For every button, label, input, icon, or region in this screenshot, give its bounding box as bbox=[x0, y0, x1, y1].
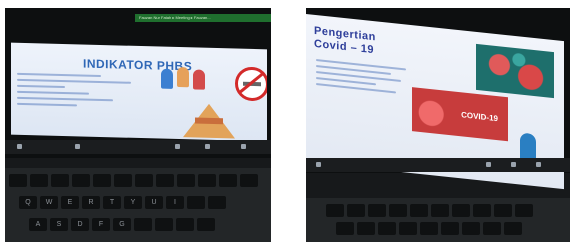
slide-bullets bbox=[316, 59, 416, 100]
virus-image bbox=[476, 43, 554, 99]
photo-laptop-phbs: Fauzan Nur Fatah ▸ Meeting ▸ Fauzan... I… bbox=[5, 8, 271, 242]
meeting-banner: Fauzan Nur Fatah ▸ Meeting ▸ Fauzan... bbox=[135, 14, 271, 22]
presentation-slide: INDIKATOR PHBS bbox=[11, 42, 267, 142]
keyboard-row bbox=[326, 204, 533, 217]
slide-bullets bbox=[17, 72, 137, 112]
laptop-screen: Fauzan Nur Fatah ▸ Meeting ▸ Fauzan... I… bbox=[5, 8, 271, 158]
keyboard-row bbox=[336, 222, 522, 235]
no-smoking-icon bbox=[235, 66, 267, 102]
photo-laptop-covid: Pengertian Covid – 19 COVID-19 bbox=[306, 8, 570, 242]
taskbar bbox=[5, 140, 271, 154]
taskbar bbox=[306, 158, 570, 172]
people-icon bbox=[161, 66, 209, 90]
keyboard-row bbox=[9, 174, 258, 187]
covid-image-caption: COVID-19 bbox=[461, 109, 498, 123]
laptop-screen: Pengertian Covid – 19 COVID-19 bbox=[306, 8, 570, 190]
covid-image: COVID-19 bbox=[412, 87, 508, 142]
keyboard-row: Q W E R T Y U I bbox=[19, 196, 226, 209]
laptop-keyboard bbox=[306, 198, 570, 242]
laptop-keyboard: Q W E R T Y U I A S D F G bbox=[5, 168, 271, 242]
slide-title: Pengertian Covid – 19 bbox=[314, 24, 376, 57]
keyboard-row: A S D F G bbox=[29, 218, 215, 231]
